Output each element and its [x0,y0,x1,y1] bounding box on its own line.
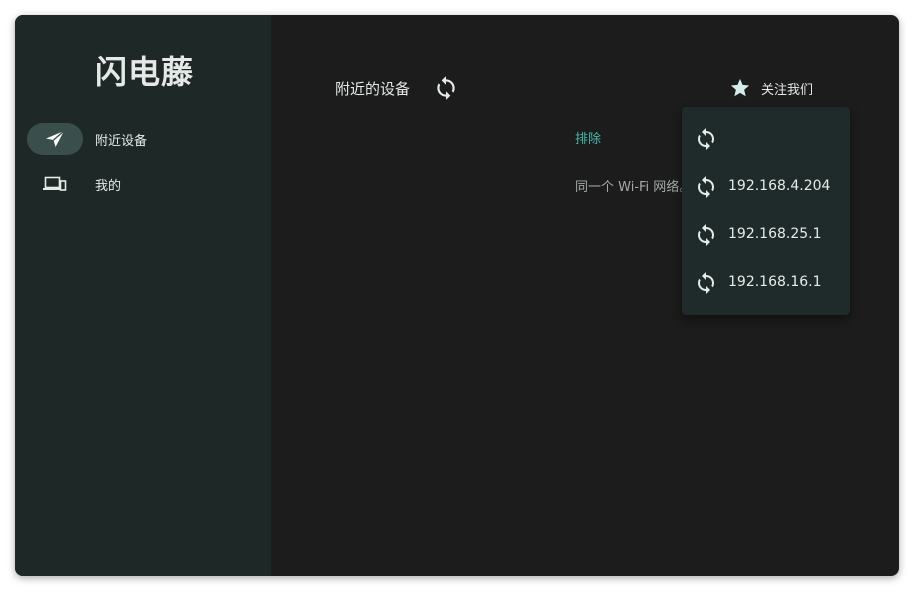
app-title: 闪电藤 [95,53,195,91]
dropdown-item-ip[interactable]: 192.168.4.204 [682,163,850,211]
sidebar: 闪电藤 附近设备 我的 [15,15,271,576]
main-content: 附近的设备 关注我们 排除 同一个 Wi-Fi 网络。 192.168.4.20… [271,15,899,576]
dropdown-item[interactable] [682,115,850,163]
dropdown-item-ip[interactable]: 192.168.16.1 [682,259,850,307]
refresh-icon [694,127,718,151]
follow-us-label: 关注我们 [761,83,814,98]
devices-icon [43,174,67,194]
dropdown-item-ip[interactable]: 192.168.25.1 [682,211,850,259]
sidebar-item-label: 附近设备 [95,134,148,149]
star-icon [729,77,751,99]
dropdown-item-label: 192.168.16.1 [728,274,822,290]
troubleshoot-link[interactable]: 排除 [575,128,601,147]
sidebar-item-mine[interactable]: 我的 [27,168,257,200]
refresh-icon [694,223,718,247]
refresh-icon [433,75,459,101]
network-hint-text: 同一个 Wi-Fi 网络。 [575,180,693,195]
app-window: 闪电藤 附近设备 我的 附近的设备 关注我们 排除 同一个 Wi-Fi 网络。 … [15,15,899,576]
dropdown-item-label: 192.168.25.1 [728,226,822,242]
refresh-icon [694,271,718,295]
refresh-button[interactable] [433,75,459,101]
page-title: 附近的设备 [335,80,411,98]
send-icon [43,129,67,149]
ip-dropdown-menu: 192.168.4.204 192.168.25.1 192.168.16.1 [682,107,850,315]
sidebar-item-nearby-devices[interactable]: 附近设备 [27,123,257,155]
follow-us-button[interactable]: 关注我们 [729,75,839,101]
dropdown-item-label: 192.168.4.204 [728,178,831,194]
refresh-icon [694,175,718,199]
sidebar-item-label: 我的 [95,179,122,194]
